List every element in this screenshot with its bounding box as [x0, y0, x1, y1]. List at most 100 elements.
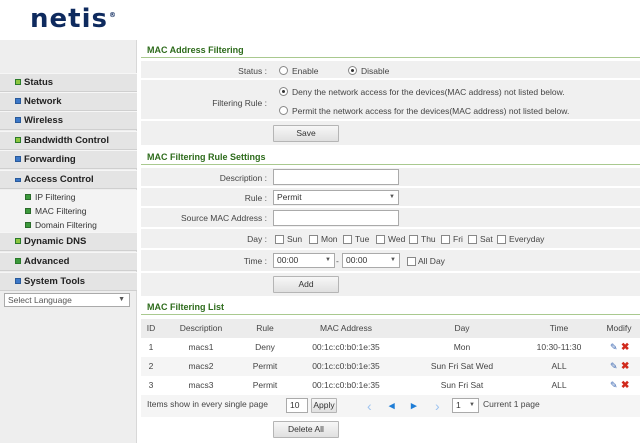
status-label: Status : — [238, 66, 267, 76]
cell-description: macs3 — [188, 380, 214, 390]
rule-label: Rule : — [244, 193, 267, 203]
sidebar-item-wireless[interactable]: Wireless — [0, 111, 137, 130]
sidebar-item-label: Access Control — [24, 174, 94, 185]
cell-id: 2 — [148, 361, 154, 371]
time-start-select[interactable]: 00:00 ▼ — [273, 253, 335, 268]
items-per-page-input[interactable]: 10 — [286, 398, 308, 413]
sidebar-item-dynamic-dns[interactable]: Dynamic DNS — [0, 232, 137, 251]
sidebar-subitem-label: MAC Filtering — [35, 206, 87, 216]
prev-page-icon[interactable]: ◂ — [389, 400, 395, 412]
edit-icon[interactable]: ✎ — [610, 381, 619, 390]
chevron-down-icon: ▼ — [325, 257, 331, 263]
sidebar-subitem-domain-filtering[interactable]: Domain Filtering — [0, 218, 137, 232]
rule-permit-radio[interactable] — [279, 106, 288, 115]
day-fri-label: Fri — [453, 234, 463, 244]
next-page-icon[interactable]: ▸ — [411, 400, 417, 412]
page-select[interactable]: 1 ▼ — [452, 398, 479, 413]
main-content: MAC Address Filtering Status : Enable Di… — [141, 40, 640, 443]
delete-all-row: Delete All — [141, 417, 640, 443]
description-label: Description : — [219, 173, 267, 183]
rule-row: Rule : Permit ▼ — [141, 188, 640, 207]
square-bullet-icon — [25, 222, 31, 228]
chevron-down-icon: ▼ — [469, 402, 475, 408]
cell-id: 3 — [148, 380, 154, 390]
cell-time: ALL — [551, 361, 567, 371]
filtering-rule-row: Filtering Rule : Deny the network access… — [141, 80, 640, 120]
sidebar-item-system-tools[interactable]: System Tools — [0, 272, 137, 291]
sidebar-item-label: Bandwidth Control — [24, 135, 109, 146]
netis-logo: netis® — [30, 4, 117, 34]
page-select-value: 1 — [456, 400, 461, 410]
last-page-icon[interactable]: › — [435, 399, 440, 413]
day-sat-checkbox[interactable] — [468, 235, 477, 244]
edit-icon[interactable]: ✎ — [610, 362, 619, 371]
delete-icon[interactable]: ✖ — [621, 381, 630, 391]
grid-icon — [15, 156, 21, 162]
edit-icon[interactable]: ✎ — [610, 343, 619, 352]
day-wed-label: Wed — [388, 234, 406, 244]
delete-icon[interactable]: ✖ — [621, 343, 630, 353]
cell-day: Sun Fri Sat Wed — [430, 361, 494, 371]
header-id: ID — [146, 323, 156, 333]
language-select[interactable]: Select Language ▼ — [4, 293, 130, 307]
rule-permit-label: Permit the network access for the device… — [292, 106, 570, 116]
day-fri-checkbox[interactable] — [441, 235, 450, 244]
header-modify: Modify — [606, 323, 632, 333]
chevron-down-icon: ▼ — [389, 194, 395, 200]
sidebar-item-status[interactable]: Status — [0, 73, 137, 92]
cell-id: 1 — [148, 342, 154, 352]
day-everyday-checkbox[interactable] — [497, 235, 506, 244]
day-tue-label: Tue — [355, 234, 370, 244]
time-start-value: 00:00 — [277, 255, 299, 265]
save-button[interactable]: Save — [273, 125, 339, 142]
sidebar-item-network[interactable]: Network — [0, 92, 137, 111]
day-row: Day : Sun Mon Tue Wed Thu Fri Sat Everyd… — [141, 229, 640, 249]
mac-row: Source MAC Address : — [141, 208, 640, 228]
chevron-down-icon: ▼ — [390, 257, 396, 263]
header: netis® — [0, 0, 640, 40]
grid-icon — [15, 117, 21, 123]
day-mon-checkbox[interactable] — [309, 235, 318, 244]
sidebar-item-access-control[interactable]: Access Control — [0, 170, 137, 189]
time-end-select[interactable]: 00:00 ▼ — [342, 253, 400, 268]
day-sun-checkbox[interactable] — [275, 235, 284, 244]
description-input[interactable] — [273, 169, 399, 185]
sidebar-subitem-ip-filtering[interactable]: IP Filtering — [0, 190, 137, 204]
add-button[interactable]: Add — [273, 276, 339, 293]
rule-select[interactable]: Permit ▼ — [273, 190, 399, 205]
all-day-checkbox[interactable] — [407, 257, 416, 266]
header-time: Time — [549, 323, 569, 333]
first-page-icon[interactable]: ‹ — [367, 399, 372, 413]
sidebar-item-forwarding[interactable]: Forwarding — [0, 150, 137, 169]
sidebar-item-advanced[interactable]: Advanced — [0, 252, 137, 271]
delete-all-button[interactable]: Delete All — [273, 421, 339, 438]
header-mac: MAC Address — [320, 323, 372, 333]
bullet-icon — [15, 137, 21, 143]
status-enable-radio[interactable] — [279, 66, 288, 75]
source-mac-label: Source MAC Address : — [181, 213, 267, 223]
day-tue-checkbox[interactable] — [343, 235, 352, 244]
sidebar-item-bandwidth-control[interactable]: Bandwidth Control — [0, 131, 137, 150]
status-disable-radio[interactable] — [348, 66, 357, 75]
collapse-icon — [15, 178, 21, 182]
status-row: Status : Enable Disable — [141, 61, 640, 79]
cell-mac: 00:1c:c0:b0:1e:35 — [312, 342, 380, 352]
registered-mark: ® — [108, 11, 117, 20]
rule-deny-radio[interactable] — [279, 87, 288, 96]
pager-row: Items show in every single page 10 Apply… — [141, 395, 640, 417]
square-bullet-icon — [25, 194, 31, 200]
table-row: 2 macs2 Permit 00:1c:c0:b0:1e:35 Sun Fri… — [141, 357, 640, 376]
sidebar: Status Network Wireless Bandwidth Contro… — [0, 40, 137, 443]
source-mac-input[interactable] — [273, 210, 399, 226]
apply-button[interactable]: Apply — [311, 398, 337, 413]
day-mon-label: Mon — [321, 234, 338, 244]
delete-icon[interactable]: ✖ — [621, 362, 630, 372]
bullet-icon — [15, 238, 21, 244]
day-thu-checkbox[interactable] — [409, 235, 418, 244]
day-thu-label: Thu — [421, 234, 436, 244]
sidebar-subitem-mac-filtering[interactable]: MAC Filtering — [0, 204, 137, 218]
cell-description: macs2 — [188, 361, 214, 371]
time-label: Time : — [243, 256, 267, 266]
day-wed-checkbox[interactable] — [376, 235, 385, 244]
bullet-icon — [15, 79, 21, 85]
